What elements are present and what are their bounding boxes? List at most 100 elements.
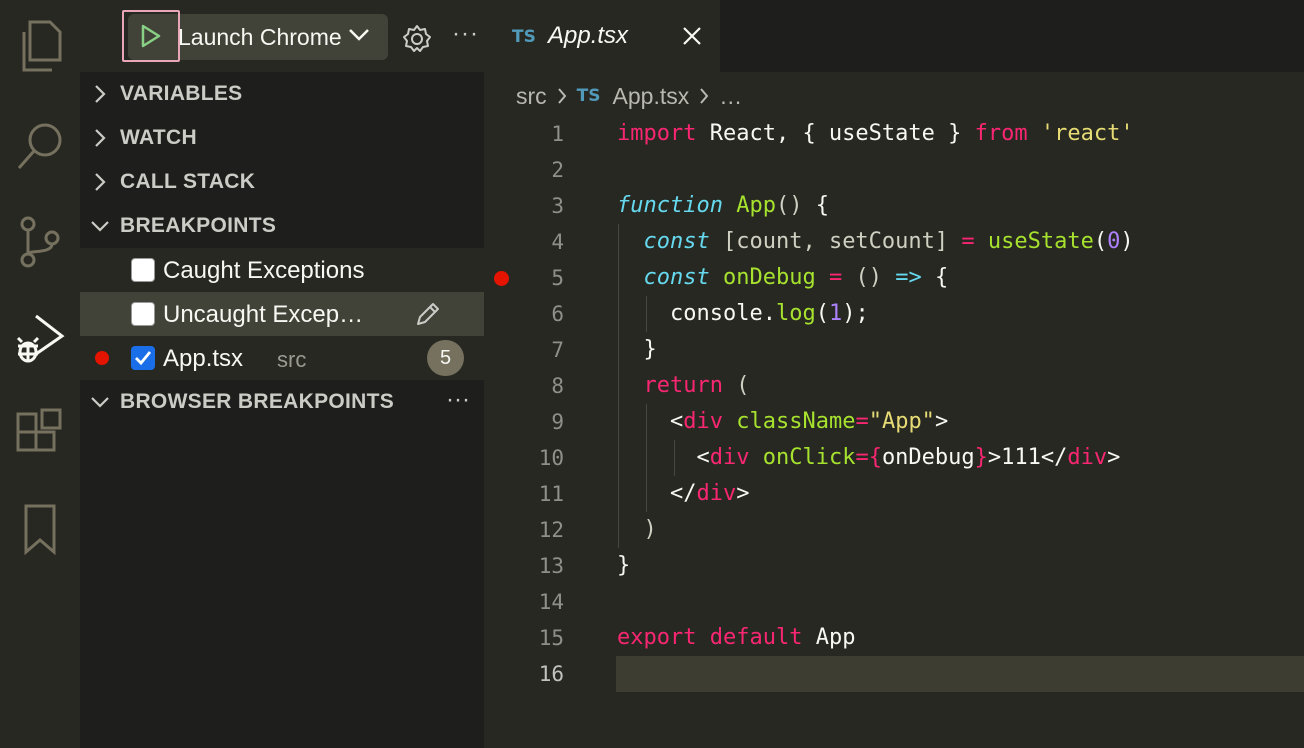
variables-section-header[interactable]: VARIABLES [80, 72, 484, 116]
breakpoint-label: Caught Exceptions [163, 257, 365, 284]
code-line: 7 } [484, 332, 1304, 368]
line-number: 11 [538, 482, 564, 506]
section-label: CALL STACK [120, 170, 256, 193]
code-text: <div onClick={onDebug}>111</div> [617, 445, 1121, 470]
start-debugging-button[interactable] [122, 10, 180, 62]
source-control-icon[interactable] [0, 206, 80, 278]
run-debug-icon[interactable] [0, 302, 80, 374]
code-line: 10 <div onClick={onDebug}>111</div> [484, 440, 1304, 476]
section-label: BROWSER BREAKPOINTS [120, 390, 395, 413]
close-icon [683, 27, 701, 45]
debug-sidebar: Launch Chrome ··· VARIABLES WATCH CALL S… [80, 0, 484, 748]
line-number: 3 [551, 194, 564, 218]
pencil-icon [417, 303, 439, 325]
code-line: 1 import React, { useState } from 'react… [484, 116, 1304, 152]
line-number: 13 [538, 554, 564, 578]
code-text: const onDebug = () => { [643, 265, 949, 290]
play-icon [141, 24, 161, 48]
call-stack-section-header[interactable]: CALL STACK [80, 160, 484, 204]
edit-condition-button[interactable] [414, 300, 442, 333]
code-text: </div> [617, 481, 750, 506]
code-line-current: 16 [484, 656, 1304, 692]
line-number: 15 [538, 626, 564, 650]
launch-config-label: Launch Chrome [178, 24, 342, 50]
code-line: 13 } [484, 548, 1304, 584]
code-text: export default App [617, 625, 856, 650]
line-number: 14 [538, 590, 564, 614]
breakpoint-checkbox[interactable] [131, 346, 155, 370]
line-number: 2 [551, 158, 564, 182]
code-line: 5 const onDebug = () => { [484, 260, 1304, 296]
code-line: 2 [484, 152, 1304, 188]
activity-bar [0, 0, 80, 748]
breakpoint-row-app-tsx[interactable]: App.tsx src 5 [80, 336, 484, 380]
gear-icon [403, 25, 431, 52]
breadcrumb-folder[interactable]: src [516, 83, 547, 110]
chevron-down-icon [349, 29, 369, 41]
watch-section-header[interactable]: WATCH [80, 116, 484, 160]
chevron-right-icon [95, 85, 106, 103]
code-line: 8 return ( [484, 368, 1304, 404]
close-tab-button[interactable] [682, 26, 702, 51]
line-number: 5 [551, 266, 564, 290]
breakpoint-path: src [277, 347, 307, 372]
open-launch-json-button[interactable] [400, 22, 434, 56]
line-number: 8 [551, 374, 564, 398]
chevron-right-icon [557, 88, 566, 104]
line-number: 10 [538, 446, 564, 470]
code-line: 6 console.log(1); [484, 296, 1304, 332]
more-actions-button[interactable]: ··· [452, 20, 479, 48]
chevron-right-icon [700, 88, 709, 104]
code-line: 3 function App() { [484, 188, 1304, 224]
chevron-right-icon [95, 129, 106, 147]
code-line: 15 export default App [484, 620, 1304, 656]
section-label: BREAKPOINTS [120, 214, 277, 237]
breakpoint-checkbox[interactable] [131, 258, 155, 282]
breakpoints-section-header[interactable]: BREAKPOINTS [80, 204, 484, 248]
code-line: 12 ) [484, 512, 1304, 548]
breakpoint-checkbox[interactable] [131, 302, 155, 326]
code-line: 14 [484, 584, 1304, 620]
chevron-right-icon [95, 173, 106, 191]
section-label: WATCH [120, 126, 197, 149]
breadcrumb-symbol[interactable]: … [719, 83, 742, 110]
browser-breakpoints-more-button[interactable]: ··· [446, 386, 470, 414]
code-text: <div className="App"> [617, 409, 949, 434]
line-number: 12 [538, 518, 564, 542]
line-number: 7 [551, 338, 564, 362]
extensions-icon[interactable] [0, 398, 80, 470]
line-number: 16 [538, 662, 564, 686]
code-text: return ( [643, 373, 750, 398]
code-text: const [count, setCount] = useState(0) [643, 229, 1134, 254]
chevron-down-icon [91, 221, 109, 232]
line-number: 6 [551, 302, 564, 326]
code-text: function App() { [617, 193, 829, 218]
breadcrumb-file[interactable]: App.tsx [613, 83, 690, 110]
code-text: } [617, 553, 631, 578]
checkmark-icon [135, 351, 152, 366]
chevron-down-icon [91, 397, 109, 408]
tab-title: App.tsx [548, 22, 629, 49]
breadcrumb: src TS App.tsx … [516, 82, 742, 110]
browser-breakpoints-section-header[interactable]: BROWSER BREAKPOINTS ··· [80, 380, 484, 424]
breakpoint-dot-icon [95, 351, 109, 365]
code-text: ) [643, 517, 657, 542]
tab-app-tsx[interactable]: TS App.tsx [484, 0, 720, 72]
bookmarks-icon[interactable] [0, 494, 80, 566]
typescript-icon: TS [576, 86, 601, 106]
code-text: } [617, 337, 657, 362]
line-number: 9 [551, 410, 564, 434]
breakpoint-indicator[interactable] [494, 271, 509, 286]
breakpoint-line-badge: 5 [427, 340, 464, 376]
code-line: 9 <div className="App"> [484, 404, 1304, 440]
typescript-icon: TS [512, 27, 536, 47]
explorer-icon[interactable] [0, 10, 80, 82]
breakpoint-label: Uncaught Excep… [163, 301, 364, 328]
debug-toolbar: Launch Chrome ··· [80, 0, 484, 72]
breakpoint-row-uncaught-exceptions[interactable]: Uncaught Excep… [80, 292, 484, 336]
editor-tabbar: TS App.tsx [484, 0, 1304, 72]
code-text: import React, { useState } from 'react' [617, 121, 1134, 146]
breakpoint-row-caught-exceptions[interactable]: Caught Exceptions [80, 248, 484, 292]
search-icon[interactable] [0, 110, 80, 182]
code-line: 11 </div> [484, 476, 1304, 512]
